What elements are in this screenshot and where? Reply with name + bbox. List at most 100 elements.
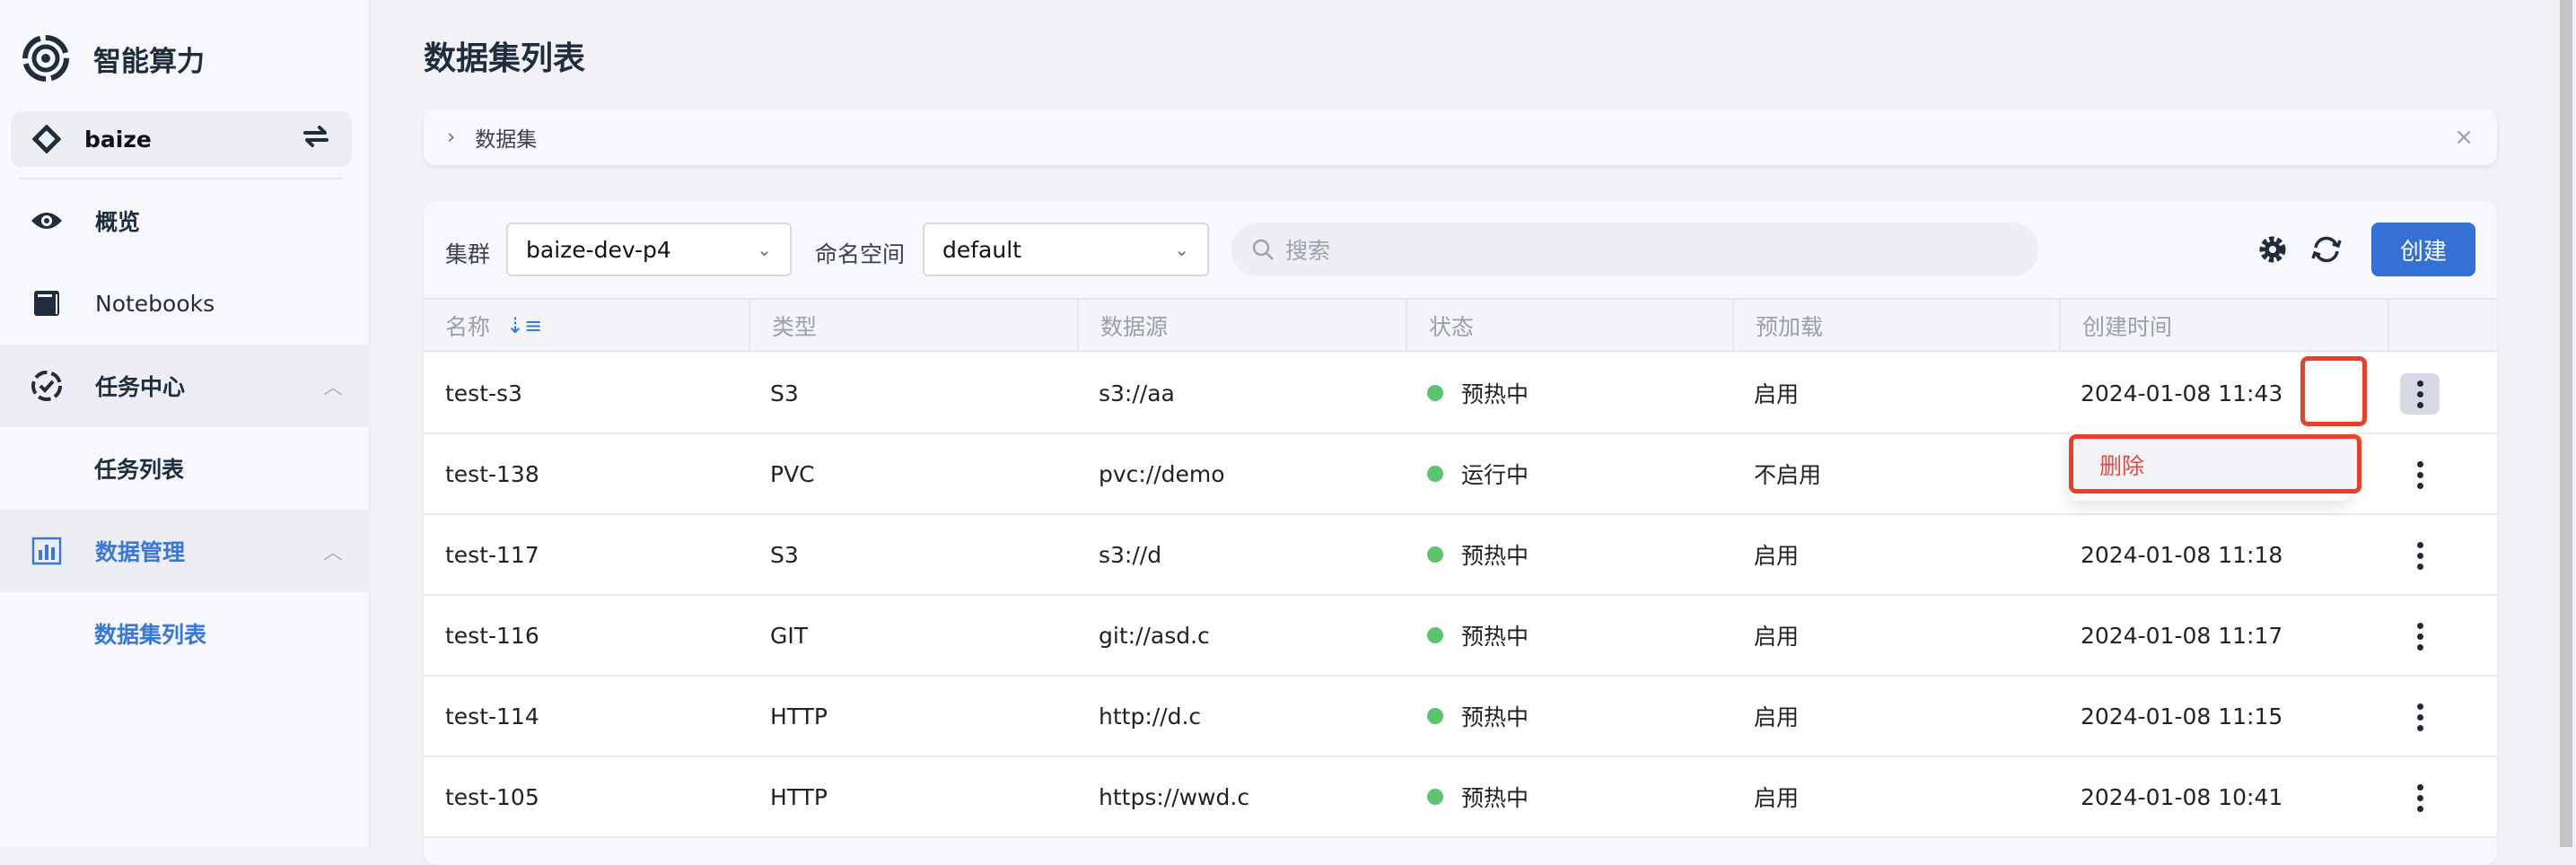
- cell-text: s3://d: [1099, 541, 1162, 568]
- column-label: 类型: [772, 314, 818, 340]
- cell-preload: 启用: [1754, 757, 1799, 836]
- cell-name[interactable]: test-s3: [445, 354, 522, 432]
- cell-source: http://d.c: [1099, 677, 1201, 756]
- cell-type: HTTP: [770, 757, 828, 836]
- cell-text: 启用: [1754, 381, 1800, 407]
- cell-text: 预热中: [1461, 624, 1529, 650]
- table-row[interactable]: test-116 GIT git://asd.c 预热中 启用 2024-01-08 11…: [424, 596, 2497, 677]
- cell-source: git://asd.c: [1099, 596, 1210, 675]
- cell-text: 运行中: [1461, 462, 1529, 488]
- cluster-select[interactable]: baize-dev-p4 ⌄: [506, 223, 792, 276]
- eye-icon: [31, 205, 63, 237]
- cell-name[interactable]: test-116: [445, 596, 539, 675]
- status-dot-icon: [1427, 385, 1443, 401]
- cell-text: 2024-01-08 11:15: [2081, 703, 2283, 730]
- sidebar-item-task-center[interactable]: 任务中心 ︿: [0, 345, 370, 427]
- sidebar-item-label: 任务中心: [95, 374, 186, 400]
- status-dot-icon: [1427, 789, 1443, 805]
- cell-created: 2024-01-08 10:41: [2081, 757, 2282, 836]
- gear-icon[interactable]: [2255, 232, 2291, 267]
- cell-source: https://wwd.c: [1099, 757, 1249, 836]
- delete-menu-item[interactable]: 删除: [2074, 438, 2349, 492]
- cell-text: s3://aa: [1099, 380, 1175, 406]
- breadcrumb-item[interactable]: 数据集: [475, 122, 537, 153]
- table-row[interactable]: test-114 HTTP http://d.c 预热中 启用 2024-01-08 11…: [424, 677, 2497, 757]
- workspace-switcher[interactable]: baize: [11, 111, 352, 167]
- task-check-icon: [31, 370, 63, 402]
- cell-preload: 启用: [1754, 515, 1799, 594]
- search-input[interactable]: 搜索: [1231, 223, 2038, 276]
- sidebar-item-task-list[interactable]: 任务列表: [0, 427, 370, 510]
- cell-status: 预热中: [1427, 354, 1529, 432]
- chevron-down-icon: ⌄: [1174, 239, 1189, 260]
- namespace-label: 命名空间: [815, 241, 906, 267]
- cell-text: 启用: [1754, 543, 1800, 569]
- table-row[interactable]: test-105 HTTP https://wwd.c 预热中 启用 2024-01-08…: [424, 757, 2497, 838]
- app-title: 智能算力: [93, 45, 205, 78]
- cell-name[interactable]: test-105: [445, 757, 539, 836]
- close-icon[interactable]: ×: [2454, 124, 2474, 151]
- cell-source: s3://d: [1099, 515, 1161, 594]
- more-actions-icon[interactable]: [2400, 535, 2440, 576]
- sidebar-item-label: 数据管理: [95, 539, 186, 565]
- namespace-value: default: [942, 236, 1021, 263]
- table-row[interactable]: test-s3 S3 s3://aa 预热中 启用 2024-01-08 11:43: [424, 354, 2497, 434]
- column-header-name[interactable]: 名称 ⇣≡: [424, 300, 749, 352]
- cell-type: GIT: [770, 596, 808, 675]
- sidebar-item-data-management[interactable]: 数据管理 ︿: [0, 510, 370, 592]
- cell-text: HTTP: [770, 703, 828, 730]
- cell-text: test-117: [445, 541, 539, 568]
- cell-created: 2024-01-08 11:15: [2081, 677, 2282, 756]
- app-logo: 智能算力: [22, 34, 205, 83]
- more-actions-icon[interactable]: [2400, 454, 2440, 495]
- cell-name[interactable]: test-117: [445, 515, 539, 594]
- scrollbar[interactable]: [2554, 0, 2572, 847]
- cell-text: S3: [770, 380, 799, 406]
- cell-text: 启用: [1754, 785, 1800, 811]
- more-actions-icon[interactable]: [2400, 373, 2440, 415]
- sidebar-item-dataset-list[interactable]: 数据集列表: [0, 592, 370, 675]
- logo-icon: [22, 35, 69, 82]
- cell-type: HTTP: [770, 677, 828, 756]
- cell-text: 预热中: [1461, 381, 1529, 407]
- cell-text: 预热中: [1461, 543, 1529, 569]
- column-header-type: 类型: [749, 300, 1077, 352]
- cell-preload: 不启用: [1754, 434, 1821, 513]
- breadcrumb: › 数据集 ×: [424, 109, 2497, 165]
- status-dot-icon: [1427, 708, 1443, 724]
- sort-icon[interactable]: ⇣≡: [506, 313, 542, 338]
- cell-created: 2024-01-08 11:17: [2081, 596, 2282, 675]
- cell-text: pvc://demo: [1099, 460, 1225, 487]
- cell-preload: 启用: [1754, 596, 1799, 675]
- column-label: 创建时间: [2082, 314, 2173, 340]
- cell-name[interactable]: test-114: [445, 677, 539, 756]
- cell-text: git://asd.c: [1099, 622, 1210, 649]
- more-actions-icon[interactable]: [2400, 616, 2440, 657]
- cell-text: 预热中: [1461, 785, 1529, 811]
- namespace-select[interactable]: default ⌄: [923, 223, 1209, 276]
- more-actions-icon[interactable]: [2400, 696, 2440, 738]
- sidebar-item-overview[interactable]: 概览: [0, 179, 370, 262]
- more-actions-icon[interactable]: [2400, 777, 2440, 818]
- cell-text: http://d.c: [1099, 703, 1202, 730]
- workspace-icon: [32, 125, 61, 153]
- notebook-icon: [31, 287, 63, 319]
- page-title: 数据集列表: [424, 40, 586, 77]
- column-header-status: 状态: [1406, 300, 1732, 352]
- sidebar-item-label: 数据集列表: [94, 622, 207, 648]
- cell-text: 2024-01-08 11:43: [2081, 380, 2283, 406]
- cell-status: 预热中: [1427, 677, 1529, 756]
- create-button[interactable]: 创建: [2371, 223, 2475, 276]
- sidebar-item-notebooks[interactable]: Notebooks: [0, 262, 370, 345]
- column-label: 预加载: [1756, 314, 1824, 340]
- cell-name[interactable]: test-138: [445, 434, 539, 513]
- refresh-icon[interactable]: [2309, 232, 2344, 267]
- cell-type: PVC: [770, 434, 815, 513]
- chevron-right-icon[interactable]: ›: [447, 126, 455, 149]
- table-row[interactable]: test-117 S3 s3://d 预热中 启用 2024-01-08 11:18: [424, 515, 2497, 596]
- cell-text: 不启用: [1754, 462, 1822, 488]
- cell-text: HTTP: [770, 783, 828, 810]
- table-header: 名称 ⇣≡ 类型 数据源 状态 预加载 创建时间: [424, 298, 2497, 352]
- status-dot-icon: [1427, 466, 1443, 482]
- switch-icon[interactable]: [302, 124, 330, 154]
